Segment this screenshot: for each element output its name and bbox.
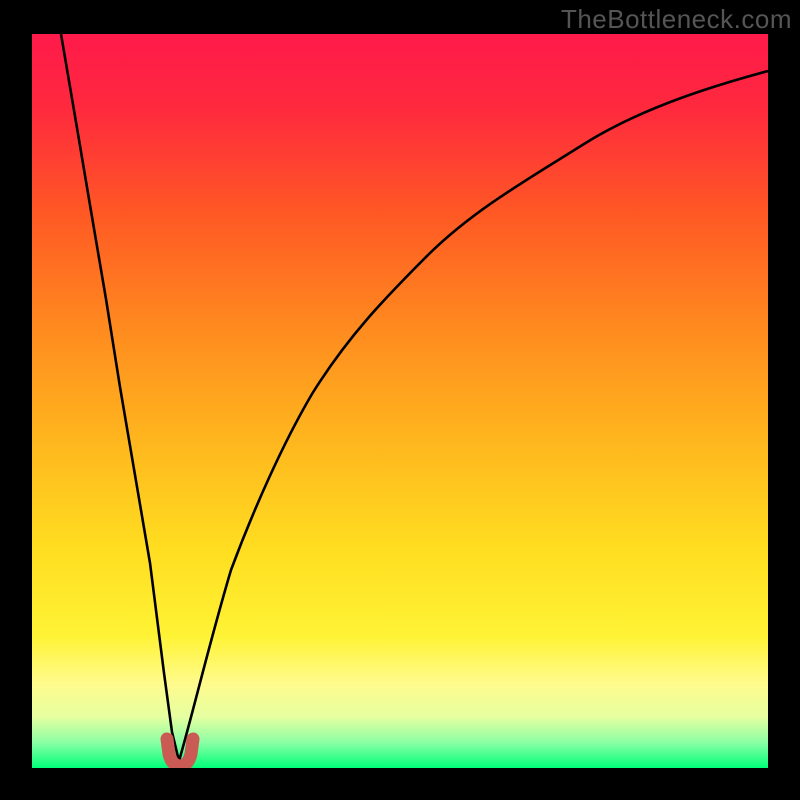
minimum-marker [167, 739, 193, 766]
chart-frame [32, 34, 768, 768]
curve-right-branch [179, 71, 768, 761]
curve-left-branch [61, 34, 179, 761]
bottleneck-curve [32, 34, 768, 768]
watermark-text: TheBottleneck.com [561, 4, 792, 35]
